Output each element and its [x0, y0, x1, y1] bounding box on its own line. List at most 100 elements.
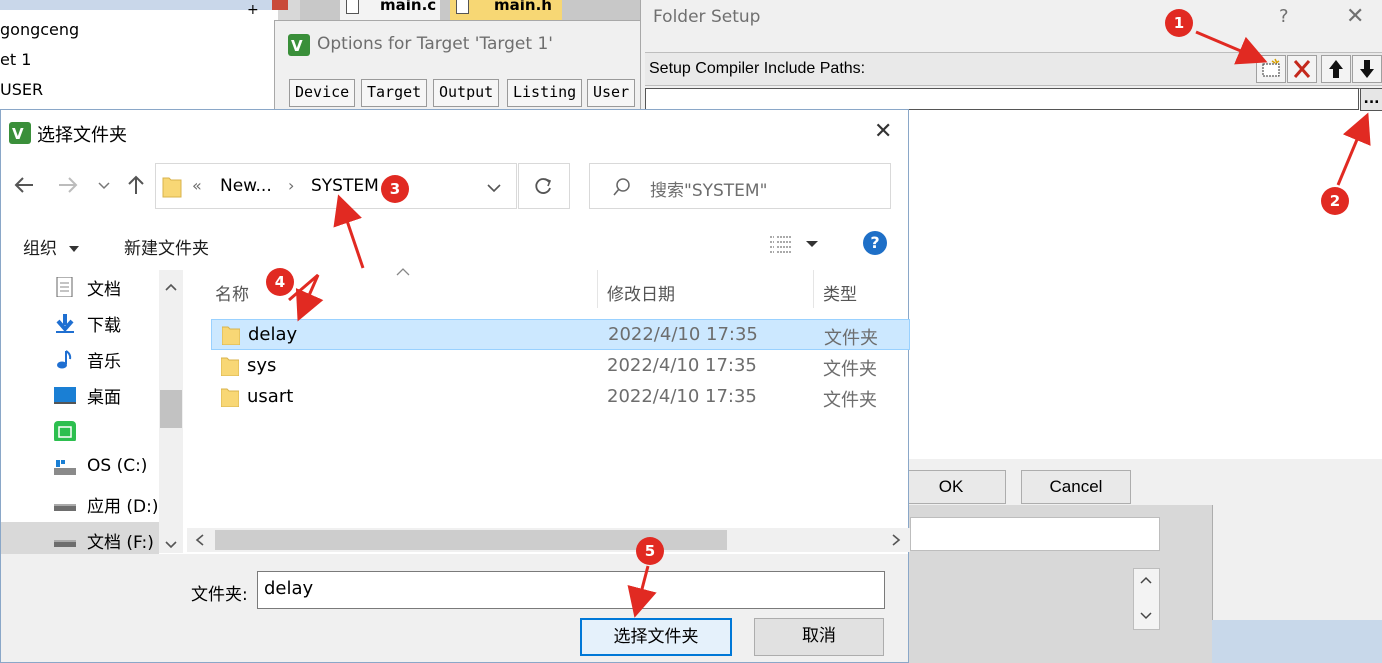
folder-name-input[interactable]: delay	[257, 571, 885, 609]
document-icon	[56, 277, 73, 297]
refresh-button[interactable]	[518, 163, 570, 209]
chevron-down-icon[interactable]	[486, 182, 502, 194]
browse-button[interactable]: ...	[1360, 88, 1382, 111]
file-date: 2022/4/10 17:35	[607, 355, 757, 376]
file-type: 文件夹	[824, 328, 878, 349]
organize-label: 组织	[23, 239, 57, 259]
folder-icon	[221, 357, 239, 376]
annotation-badge: 4	[266, 268, 294, 296]
refresh-icon	[535, 178, 552, 194]
file-type: 文件夹	[823, 359, 877, 380]
background-scrollbar	[1133, 568, 1160, 630]
new-folder-button[interactable]: 新建文件夹	[124, 234, 209, 259]
up-arrow-icon[interactable]	[125, 174, 147, 196]
nav-item-label: OS (C:)	[87, 456, 148, 476]
path-edit-field[interactable]	[645, 88, 1359, 110]
chevron-down-icon	[69, 246, 80, 252]
nav-item-label: 应用 (D:)	[87, 497, 159, 517]
svg-text:V: V	[12, 125, 24, 143]
music-icon	[57, 350, 72, 369]
annotation-badge: 5	[636, 537, 664, 565]
sort-ascending-icon	[396, 268, 410, 276]
column-separator[interactable]	[813, 270, 814, 308]
horizontal-scrollbar[interactable]	[187, 528, 910, 552]
move-up-button[interactable]	[1321, 55, 1351, 83]
column-header-type[interactable]: 类型	[823, 280, 857, 305]
nav-item-label: 音乐	[87, 352, 121, 372]
breadcrumb-overflow[interactable]: «	[192, 176, 202, 195]
arrow-up-icon	[1329, 60, 1343, 78]
chevron-down-icon[interactable]	[805, 239, 819, 249]
tab-target[interactable]: Target	[361, 79, 428, 107]
editor-tab-bar: main.c main.h	[300, 0, 640, 20]
delete-path-button[interactable]	[1287, 55, 1317, 83]
tab-user[interactable]: User	[587, 79, 636, 107]
tab-listing[interactable]: Listing	[507, 79, 583, 107]
folder-icon	[222, 326, 240, 345]
new-folder-icon	[1262, 58, 1280, 77]
select-folder-title: 选择文件夹	[37, 125, 127, 146]
help-icon[interactable]: ?	[863, 231, 887, 255]
annotation-badge: 1	[1165, 9, 1193, 37]
desktop-icon	[54, 387, 76, 404]
file-name: delay	[248, 324, 298, 345]
background-edit-field	[910, 517, 1160, 551]
file-date: 2022/4/10 17:35	[608, 324, 758, 345]
cancel-button[interactable]: 取消	[754, 618, 884, 656]
close-panel-icon[interactable]	[272, 0, 288, 10]
annotation-badge: 2	[1321, 187, 1349, 215]
organize-button[interactable]: 组织	[23, 234, 80, 259]
keil-app-icon: V	[288, 34, 310, 56]
file-type: 文件夹	[823, 390, 877, 411]
tab-output[interactable]: Output	[433, 79, 500, 107]
address-bar[interactable]: « New... › SYSTEM	[155, 163, 517, 209]
help-button[interactable]: ?	[1279, 6, 1289, 27]
view-options-icon[interactable]	[768, 234, 794, 254]
svg-text:V: V	[291, 37, 303, 55]
column-separator[interactable]	[597, 270, 598, 308]
tree-item[interactable]: gongceng	[0, 20, 79, 39]
nav-scrollbar[interactable]	[159, 270, 183, 553]
select-folder-button[interactable]: 选择文件夹	[580, 618, 732, 656]
options-dialog: V Options for Target 'Target 1' Device T…	[274, 20, 646, 112]
file-row[interactable]: sys 2022/4/10 17:35 文件夹	[211, 351, 910, 382]
new-path-button[interactable]	[1256, 55, 1286, 83]
forward-arrow-icon[interactable]	[57, 174, 79, 196]
move-down-button[interactable]	[1352, 55, 1382, 83]
nav-item-label: 文档 (F:)	[87, 533, 154, 553]
app-icon	[54, 421, 76, 441]
ok-button[interactable]: OK	[896, 470, 1006, 504]
search-icon	[613, 178, 630, 196]
close-button[interactable]: ✕	[1346, 4, 1364, 29]
search-placeholder: 搜索"SYSTEM"	[650, 181, 768, 201]
arrow-down-icon	[1360, 60, 1374, 78]
tab-main-c[interactable]: main.c	[340, 0, 440, 20]
breadcrumb-current[interactable]: SYSTEM	[311, 176, 379, 196]
search-input[interactable]: 搜索"SYSTEM"	[589, 163, 891, 209]
tree-item[interactable]: et 1	[0, 50, 31, 69]
svg-text:+: +	[247, 5, 259, 15]
chevron-down-icon[interactable]	[97, 180, 111, 192]
annotation-badge: 3	[381, 175, 409, 203]
column-header-name[interactable]: 名称	[215, 280, 249, 305]
column-header-date[interactable]: 修改日期	[607, 280, 675, 305]
file-row[interactable]: usart 2022/4/10 17:35 文件夹	[211, 382, 910, 413]
file-row[interactable]: delay 2022/4/10 17:35 文件夹	[211, 319, 910, 350]
folder-setup-title: Folder Setup	[653, 7, 761, 27]
file-date: 2022/4/10 17:35	[607, 386, 757, 407]
back-arrow-icon[interactable]	[13, 174, 35, 196]
drive-icon	[54, 460, 76, 475]
folder-icon	[162, 177, 182, 198]
scroll-left-icon[interactable]	[195, 534, 205, 546]
pin-icon[interactable]: +	[244, 0, 260, 18]
cancel-button[interactable]: Cancel	[1021, 470, 1131, 504]
breadcrumb-parent[interactable]: New...	[220, 176, 272, 196]
background-strip	[1212, 620, 1382, 663]
drive-icon	[54, 540, 76, 547]
scroll-right-icon[interactable]	[891, 534, 901, 546]
tab-main-h[interactable]: main.h	[450, 0, 562, 20]
folder-label: 文件夹:	[191, 585, 248, 605]
tree-item[interactable]: USER	[0, 80, 43, 99]
close-button[interactable]: ✕	[874, 119, 892, 144]
tab-device[interactable]: Device	[289, 79, 356, 107]
